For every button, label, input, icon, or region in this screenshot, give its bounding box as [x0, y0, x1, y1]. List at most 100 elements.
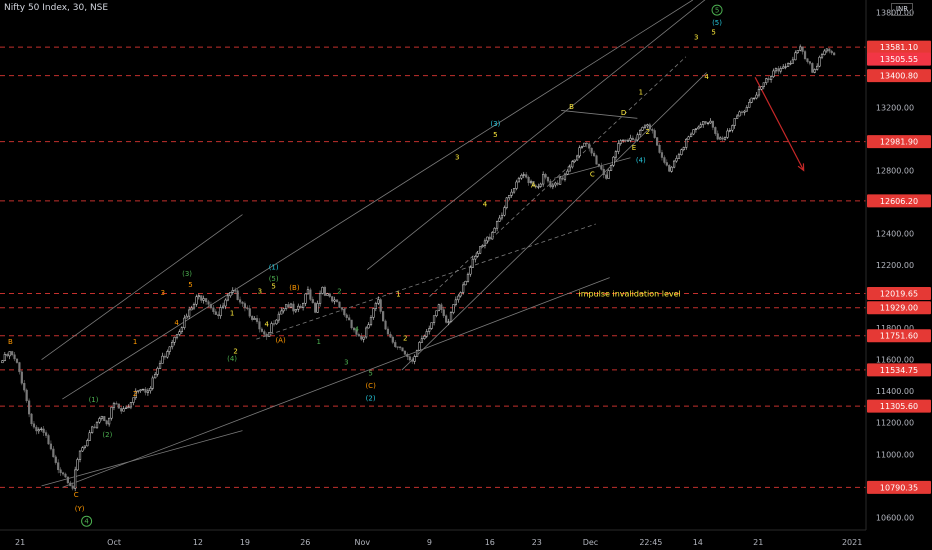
- candle-body: [755, 94, 758, 99]
- candle-body: [445, 315, 448, 323]
- wave-label: (2): [366, 395, 376, 403]
- wave-label: (5): [269, 275, 279, 283]
- candle-body: [384, 320, 387, 330]
- wave-label: (3): [182, 270, 192, 278]
- candle-body: [272, 323, 276, 325]
- candle-body: [590, 147, 593, 154]
- x-tick-label: 2021: [842, 538, 862, 547]
- candle-body: [175, 334, 179, 338]
- candle-body: [122, 408, 125, 412]
- x-tick-label: 14: [693, 538, 703, 547]
- candle-body: [328, 293, 331, 297]
- candle-body: [774, 68, 778, 72]
- candle-body: [326, 293, 329, 296]
- candle-body: [675, 158, 678, 162]
- candle-body: [566, 170, 569, 175]
- candle-body: [221, 305, 225, 308]
- candle-body: [554, 182, 557, 186]
- candle-body: [830, 50, 833, 54]
- candle-body: [205, 298, 208, 302]
- wave-label: 2: [133, 390, 137, 398]
- candle-body: [197, 295, 200, 298]
- candle-body: [335, 299, 339, 303]
- symbol-title[interactable]: Nifty 50 Index, 30, NSE: [4, 3, 108, 13]
- y-tick-label: 12400.00: [876, 229, 914, 238]
- candle-body: [265, 333, 268, 337]
- wave-label: 1: [639, 89, 643, 97]
- candle-body: [658, 144, 661, 153]
- candlestick-chart[interactable]: BC(Y)4(1)(2)1234(3)51234(4)(1)(5)5 (B)(A)…: [0, 0, 932, 550]
- candle-body: [457, 295, 460, 301]
- candle-body: [258, 321, 261, 330]
- candle-body: [636, 134, 639, 141]
- candle-body: [95, 421, 99, 429]
- candle-body: [430, 322, 433, 329]
- level-tag: 11534.75: [880, 366, 918, 375]
- candle-body: [806, 58, 809, 62]
- candle-body: [757, 88, 761, 96]
- candle-body: [568, 166, 571, 172]
- candle-body: [292, 303, 295, 312]
- candle-body: [59, 469, 62, 473]
- candle-body: [745, 107, 748, 112]
- wave-label: 2: [403, 335, 407, 343]
- candle-body: [726, 130, 729, 138]
- y-tick-label: 13200.00: [876, 103, 914, 112]
- candle-body: [663, 157, 666, 163]
- candle-body: [44, 432, 48, 436]
- candle-body: [195, 296, 198, 305]
- wave-label: (A): [275, 336, 286, 344]
- candle-body: [226, 295, 230, 301]
- candle-body: [706, 122, 710, 125]
- candle-body: [542, 174, 545, 185]
- candle-body: [748, 102, 751, 108]
- candle-body: [767, 78, 770, 80]
- candle-body: [343, 308, 346, 316]
- candle-body: [493, 227, 496, 233]
- candle-body: [471, 258, 474, 268]
- candle-body: [23, 383, 26, 391]
- candle-body: [83, 445, 86, 448]
- wave-label: 4: [174, 319, 179, 327]
- candle-body: [394, 342, 397, 347]
- candle-body: [672, 160, 676, 168]
- x-tick-label: 23: [532, 538, 542, 547]
- level-tag: 11305.60: [880, 402, 918, 411]
- candle-body: [731, 125, 734, 131]
- candle-body: [413, 356, 416, 362]
- candle-body: [723, 137, 727, 140]
- candle-body: [508, 195, 511, 199]
- candle-body: [234, 290, 237, 292]
- candle-body: [466, 273, 470, 282]
- candle-body: [595, 155, 598, 165]
- candle-body: [54, 456, 57, 463]
- candle-body: [299, 305, 302, 308]
- wave-label: (B): [289, 284, 300, 292]
- candle-body: [738, 111, 741, 117]
- wave-label: (3): [490, 120, 500, 128]
- candle-body: [263, 331, 266, 335]
- candle-body: [139, 389, 142, 391]
- candle-body: [185, 315, 188, 319]
- candle-body: [505, 197, 508, 208]
- candle-body: [401, 347, 404, 352]
- candle-body: [714, 127, 717, 134]
- wave-label: 5: [271, 283, 275, 291]
- candle-body: [406, 353, 409, 357]
- candle-body: [61, 472, 65, 475]
- candle-body: [762, 82, 765, 87]
- wave-label: E: [632, 144, 636, 152]
- candle-body: [282, 308, 285, 312]
- candle-body: [321, 286, 324, 294]
- candle-body: [253, 318, 256, 320]
- currency-label[interactable]: INR: [891, 3, 913, 16]
- candle-body: [777, 68, 780, 72]
- candle-body: [544, 174, 547, 178]
- candle-body: [537, 186, 540, 188]
- candle-body: [3, 354, 6, 361]
- candle-body: [580, 146, 584, 148]
- candle-body: [820, 54, 824, 58]
- candle-body: [32, 423, 36, 428]
- level-tag: 13400.80: [880, 72, 918, 81]
- candle-body: [323, 286, 327, 296]
